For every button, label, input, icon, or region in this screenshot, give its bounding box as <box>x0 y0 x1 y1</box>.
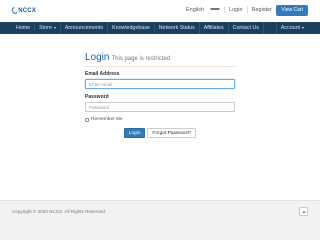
chevron-down-icon <box>302 26 304 29</box>
chevron-up-icon <box>301 210 306 213</box>
nav-list: Home Store Announcements Knowledgebase N… <box>12 22 264 34</box>
header-links: English Login Register <box>178 6 276 13</box>
nav-item-affiliates[interactable]: Affiliates <box>200 22 228 34</box>
nav-item-announcements[interactable]: Announcements <box>61 22 107 34</box>
nav-item-network-status[interactable]: Network Status <box>155 22 199 34</box>
login-title: Login <box>85 52 110 63</box>
nav-right: Account <box>275 22 308 34</box>
remember-me-label: Remember Me <box>91 117 123 122</box>
nav-item-store[interactable]: Store <box>35 22 60 34</box>
site-logo[interactable]: NCCX <box>10 5 36 16</box>
copyright-text: Copyright © 2020 NCCX. All Rights Reserv… <box>12 209 107 214</box>
top-header: NCCX English Login Register View Cart <box>0 0 320 22</box>
nav-item-store-label: Store <box>39 25 52 31</box>
language-selector[interactable]: English <box>178 7 224 13</box>
page-title: Login This page is restricted <box>85 52 235 63</box>
footer: Copyright © 2020 NCCX. All Rights Reserv… <box>0 200 320 240</box>
language-label: English <box>186 6 205 13</box>
login-form: Login This page is restricted Email Addre… <box>85 52 235 138</box>
nav-divider <box>262 22 264 34</box>
back-to-top-button[interactable] <box>299 207 308 216</box>
email-label: Email Address <box>85 71 120 77</box>
nav-item-knowledgebase[interactable]: Knowledgebase <box>108 22 154 34</box>
chevron-down-icon <box>53 26 56 29</box>
nav-item-contact-us[interactable]: Contact Us <box>229 22 263 34</box>
password-label: Password <box>85 94 109 100</box>
login-subtitle: This page is restricted <box>111 56 171 62</box>
forgot-password-button[interactable]: Forgot Password? <box>147 128 197 138</box>
form-actions: Login Forgot Password? <box>85 128 235 138</box>
view-cart-button[interactable]: View Cart <box>276 5 308 16</box>
chevron-down-icon <box>210 8 221 11</box>
login-link[interactable]: Login <box>225 7 246 13</box>
remember-me[interactable]: Remember Me <box>85 117 235 122</box>
main-content: Login This page is restricted Email Addre… <box>0 34 320 194</box>
title-divider <box>85 66 235 67</box>
main-navbar: Home Store Announcements Knowledgebase N… <box>0 22 320 34</box>
remember-me-checkbox[interactable] <box>85 117 89 122</box>
email-field[interactable]: Enter email <box>85 79 235 89</box>
login-button[interactable]: Login <box>123 128 146 138</box>
nav-item-account[interactable]: Account <box>277 22 308 34</box>
nav-item-account-label: Account <box>280 25 300 31</box>
register-link[interactable]: Register <box>248 7 276 13</box>
nav-item-home[interactable]: Home <box>12 22 34 34</box>
password-field[interactable]: Password <box>85 102 235 112</box>
logo-text: NCCX <box>18 7 36 14</box>
